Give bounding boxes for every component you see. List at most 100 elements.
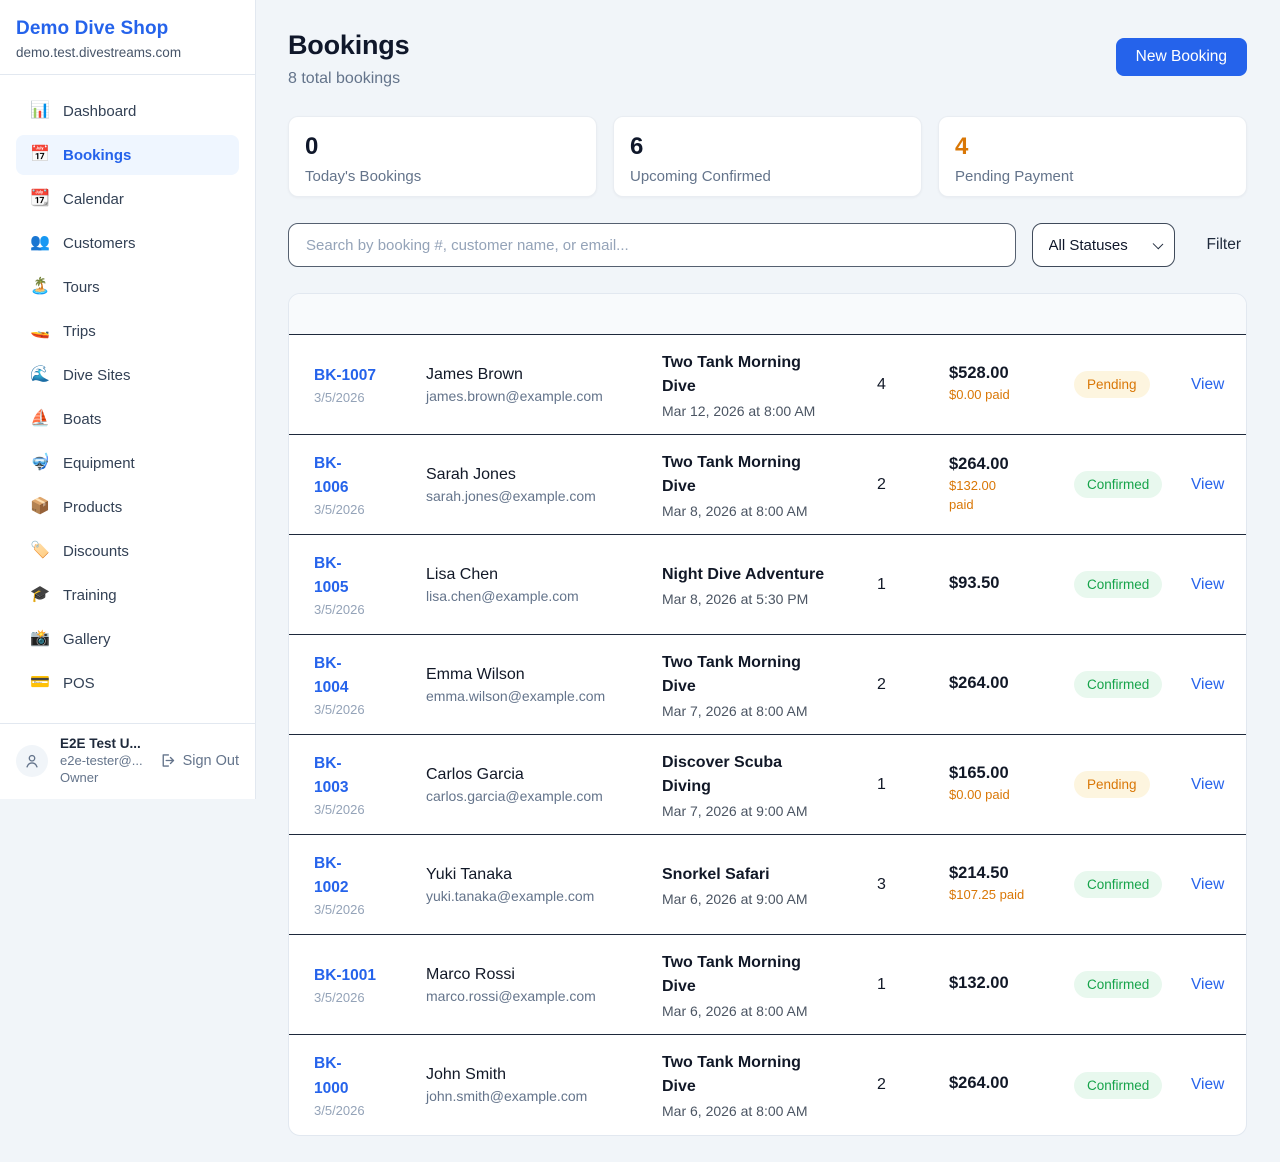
booking-date: 3/5/2026 xyxy=(314,602,426,617)
pax-value: 4 xyxy=(877,376,949,394)
trip-name: Two Tank Morning Dive xyxy=(662,451,877,499)
view-cell: View xyxy=(1191,676,1230,694)
total-amount: $93.50 xyxy=(949,574,1074,593)
sidebar-item[interactable]: 📸 Gallery xyxy=(16,619,239,659)
nav-item-label: Boats xyxy=(63,411,101,428)
trip-datetime: Mar 8, 2026 at 8:00 AM xyxy=(662,503,877,519)
stat-value: 4 xyxy=(955,134,1230,160)
user-name: E2E Test U... xyxy=(60,736,147,751)
view-cell: View xyxy=(1191,976,1230,994)
nav-item-icon: 🌊 xyxy=(30,367,50,383)
nav-item-label: Products xyxy=(63,499,122,516)
nav-item-label: Gallery xyxy=(63,631,111,648)
booking-cell: BK- 1000 3/5/2026 xyxy=(314,1052,426,1117)
sidebar-item[interactable]: 🤿 Equipment xyxy=(16,443,239,483)
trip-name: Two Tank Morning Dive xyxy=(662,351,877,399)
trip-datetime: Mar 7, 2026 at 9:00 AM xyxy=(662,803,877,819)
sidebar-item[interactable]: ⛵ Boats xyxy=(16,399,239,439)
total-cell: $93.50 xyxy=(949,574,1074,596)
sidebar-item[interactable]: 🌊 Dive Sites xyxy=(16,355,239,395)
status-badge: Confirmed xyxy=(1074,471,1162,498)
stat-card: 0 Today's Bookings xyxy=(288,116,597,197)
booking-id-link[interactable]: BK- 1005 xyxy=(314,552,348,600)
table-row: BK-1007 3/5/2026 James Brown james.brown… xyxy=(289,335,1246,435)
view-link[interactable]: View xyxy=(1191,676,1224,693)
sidebar-item[interactable]: 🏷️ Discounts xyxy=(16,531,239,571)
booking-id-link[interactable]: BK-1001 xyxy=(314,964,376,988)
search-input[interactable] xyxy=(288,223,1016,267)
stat-label: Today's Bookings xyxy=(305,168,580,185)
booking-date: 3/5/2026 xyxy=(314,702,426,717)
table-row: BK-1001 3/5/2026 Marco Rossi marco.rossi… xyxy=(289,935,1246,1035)
status-badge: Confirmed xyxy=(1074,671,1162,698)
nav-item-icon: 📸 xyxy=(30,631,50,647)
customer-name: James Brown xyxy=(426,366,662,384)
booking-id-link[interactable]: BK-1007 xyxy=(314,364,376,388)
view-link[interactable]: View xyxy=(1191,376,1224,393)
view-link[interactable]: View xyxy=(1191,476,1224,493)
view-link[interactable]: View xyxy=(1191,576,1224,593)
view-link[interactable]: View xyxy=(1191,976,1224,993)
sidebar-item[interactable]: 👥 Customers xyxy=(16,223,239,263)
filter-button[interactable]: Filter xyxy=(1191,236,1247,254)
customer-name: Sarah Jones xyxy=(426,466,662,484)
booking-id-link[interactable]: BK- 1006 xyxy=(314,452,348,500)
new-booking-button[interactable]: New Booking xyxy=(1116,38,1247,76)
status-cell: Confirmed xyxy=(1074,671,1191,698)
trip-name: Discover Scuba Diving xyxy=(662,751,877,799)
booking-date: 3/5/2026 xyxy=(314,990,426,1005)
customer-email: sarah.jones@example.com xyxy=(426,488,662,504)
trip-cell: Snorkel Safari Mar 6, 2026 at 9:00 AM xyxy=(662,863,877,907)
sidebar-item[interactable]: 📆 Calendar xyxy=(16,179,239,219)
sign-out-button[interactable]: Sign Out xyxy=(159,752,239,769)
trip-name: Two Tank Morning Dive xyxy=(662,651,877,699)
sidebar-item[interactable]: 💳 POS xyxy=(16,663,239,703)
nav-item-icon: ⛵ xyxy=(30,411,50,427)
booking-cell: BK- 1003 3/5/2026 xyxy=(314,752,426,817)
sidebar-item[interactable]: 🏝️ Tours xyxy=(16,267,239,307)
pax-value: 2 xyxy=(877,676,949,694)
status-cell: Pending xyxy=(1074,771,1191,798)
total-amount: $264.00 xyxy=(949,455,1074,474)
shop-domain: demo.test.divestreams.com xyxy=(16,45,239,60)
view-cell: View xyxy=(1191,776,1230,794)
booking-date: 3/5/2026 xyxy=(314,902,426,917)
view-link[interactable]: View xyxy=(1191,776,1224,793)
trip-name: Night Dive Adventure xyxy=(662,563,877,587)
view-link[interactable]: View xyxy=(1191,1076,1224,1093)
total-amount: $214.50 xyxy=(949,864,1074,883)
booking-id-link[interactable]: BK- 1003 xyxy=(314,752,348,800)
sidebar-item[interactable]: 📅 Bookings xyxy=(16,135,239,175)
status-filter-select[interactable]: All Statuses xyxy=(1032,223,1175,267)
booking-id-link[interactable]: BK- 1000 xyxy=(314,1052,348,1100)
view-link[interactable]: View xyxy=(1191,876,1224,893)
table-row: BK- 1002 3/5/2026 Yuki Tanaka yuki.tanak… xyxy=(289,835,1246,935)
booking-cell: BK-1007 3/5/2026 xyxy=(314,364,426,405)
status-cell: Confirmed xyxy=(1074,1072,1191,1099)
paid-amount: $132.00 paid xyxy=(949,477,1074,515)
booking-cell: BK-1001 3/5/2026 xyxy=(314,964,426,1005)
customer-cell: Emma Wilson emma.wilson@example.com xyxy=(426,666,662,704)
sidebar-item[interactable]: 🚤 Trips xyxy=(16,311,239,351)
table-row: BK- 1004 3/5/2026 Emma Wilson emma.wilso… xyxy=(289,635,1246,735)
customer-email: marco.rossi@example.com xyxy=(426,988,662,1004)
customer-cell: Yuki Tanaka yuki.tanaka@example.com xyxy=(426,866,662,904)
nav-item-label: Equipment xyxy=(63,455,135,472)
trip-datetime: Mar 6, 2026 at 9:00 AM xyxy=(662,891,877,907)
sidebar-item[interactable]: 📦 Products xyxy=(16,487,239,527)
booking-id-link[interactable]: BK- 1002 xyxy=(314,852,348,900)
stat-label: Pending Payment xyxy=(955,168,1230,185)
nav-item-label: Customers xyxy=(63,235,136,252)
sidebar-item[interactable]: 🎓 Training xyxy=(16,575,239,615)
trip-name: Two Tank Morning Dive xyxy=(662,1051,877,1099)
nav-item-label: Dashboard xyxy=(63,103,136,120)
nav-item-label: Bookings xyxy=(63,147,131,164)
customer-cell: Marco Rossi marco.rossi@example.com xyxy=(426,966,662,1004)
trip-cell: Two Tank Morning Dive Mar 12, 2026 at 8:… xyxy=(662,351,877,419)
stat-value: 6 xyxy=(630,134,905,160)
total-amount: $528.00 xyxy=(949,364,1074,383)
booking-id-link[interactable]: BK- 1004 xyxy=(314,652,348,700)
sidebar-item[interactable]: 📊 Dashboard xyxy=(16,91,239,131)
trip-cell: Two Tank Morning Dive Mar 6, 2026 at 8:0… xyxy=(662,1051,877,1119)
total-cell: $528.00 $0.00 paid xyxy=(949,364,1074,405)
